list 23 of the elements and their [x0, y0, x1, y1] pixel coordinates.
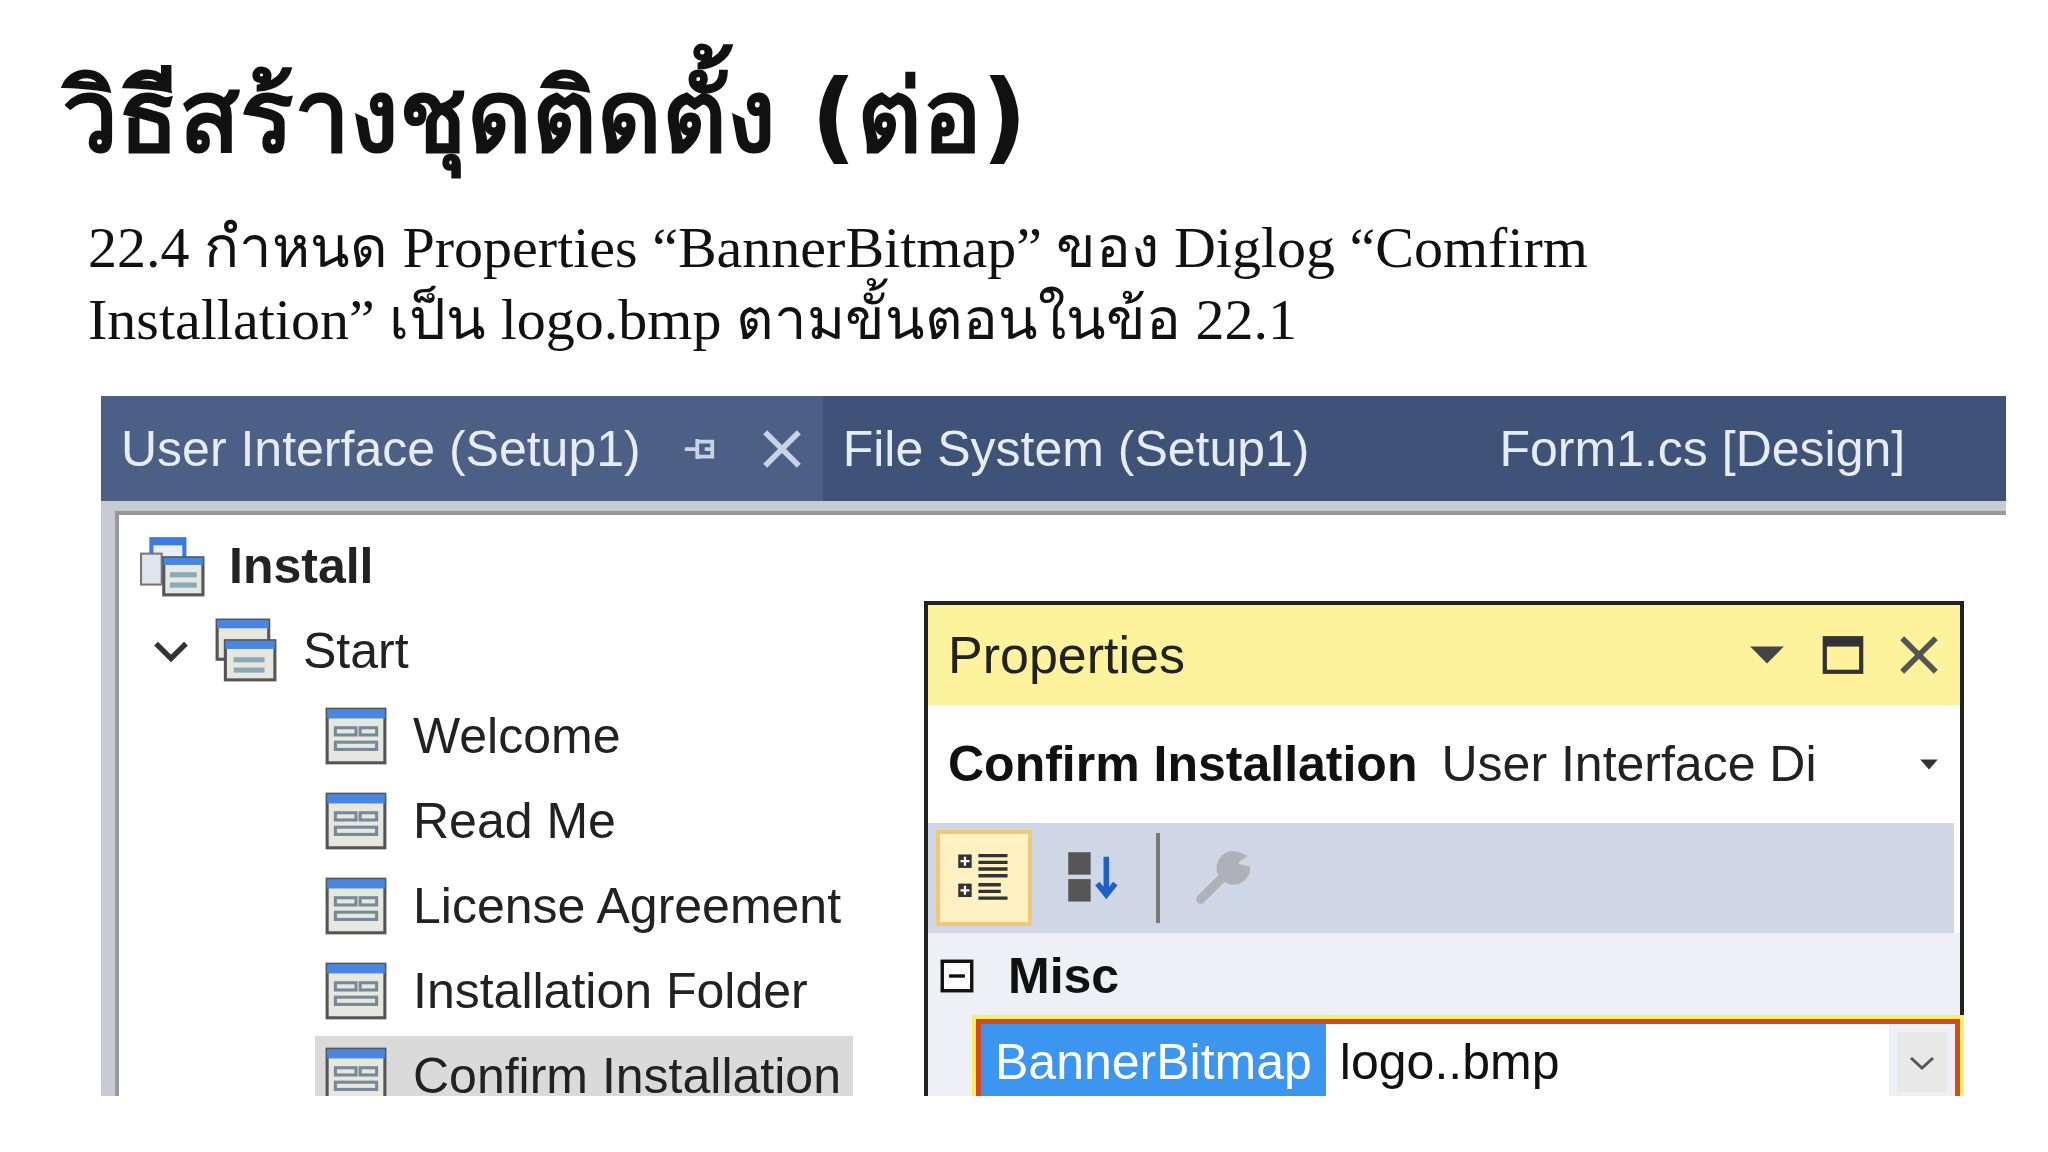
category-label: Misc — [1008, 947, 1120, 1005]
close-icon[interactable] — [1898, 634, 1940, 676]
tree-item[interactable]: License Agreement — [315, 865, 854, 946]
document-tab[interactable]: Form1.cs [Design] — [1479, 396, 1926, 501]
slide-title: วิธีสร้างชุดติดตั้ง (ต่อ) — [0, 0, 2048, 182]
dropdown-icon[interactable] — [1897, 1032, 1947, 1092]
collapse-icon[interactable] — [940, 959, 974, 993]
document-tab[interactable]: User Interface (Setup1) — [101, 396, 823, 501]
document-tab[interactable]: File System (Setup1) — [822, 396, 1330, 501]
tree-item[interactable]: Installation Folder — [315, 950, 820, 1031]
maximize-icon[interactable] — [1822, 634, 1864, 676]
tree-item[interactable]: Install — [131, 525, 386, 606]
object-selector[interactable]: Confirm Installation User Interface Di — [928, 705, 1960, 823]
dialogs-icon — [213, 617, 279, 684]
wrench-icon — [1194, 850, 1250, 906]
instruction-text: 22.4 กำหนด Properties “BannerBitmap” ของ Diglog “Comfirm Installation” เป็น logo.bmp ตามขั้นตอนในข้อ 22.1 — [88, 214, 1589, 354]
caret-icon — [1918, 757, 1940, 771]
tree-item[interactable]: Welcome — [315, 695, 633, 776]
tree-item[interactable]: Confirm Installation — [315, 1035, 853, 1096]
toolbar-button[interactable] — [936, 830, 1032, 926]
tree-item[interactable]: Read Me — [315, 780, 628, 861]
tree-item[interactable]: Start — [205, 610, 421, 691]
window-title: Properties — [948, 625, 1185, 685]
